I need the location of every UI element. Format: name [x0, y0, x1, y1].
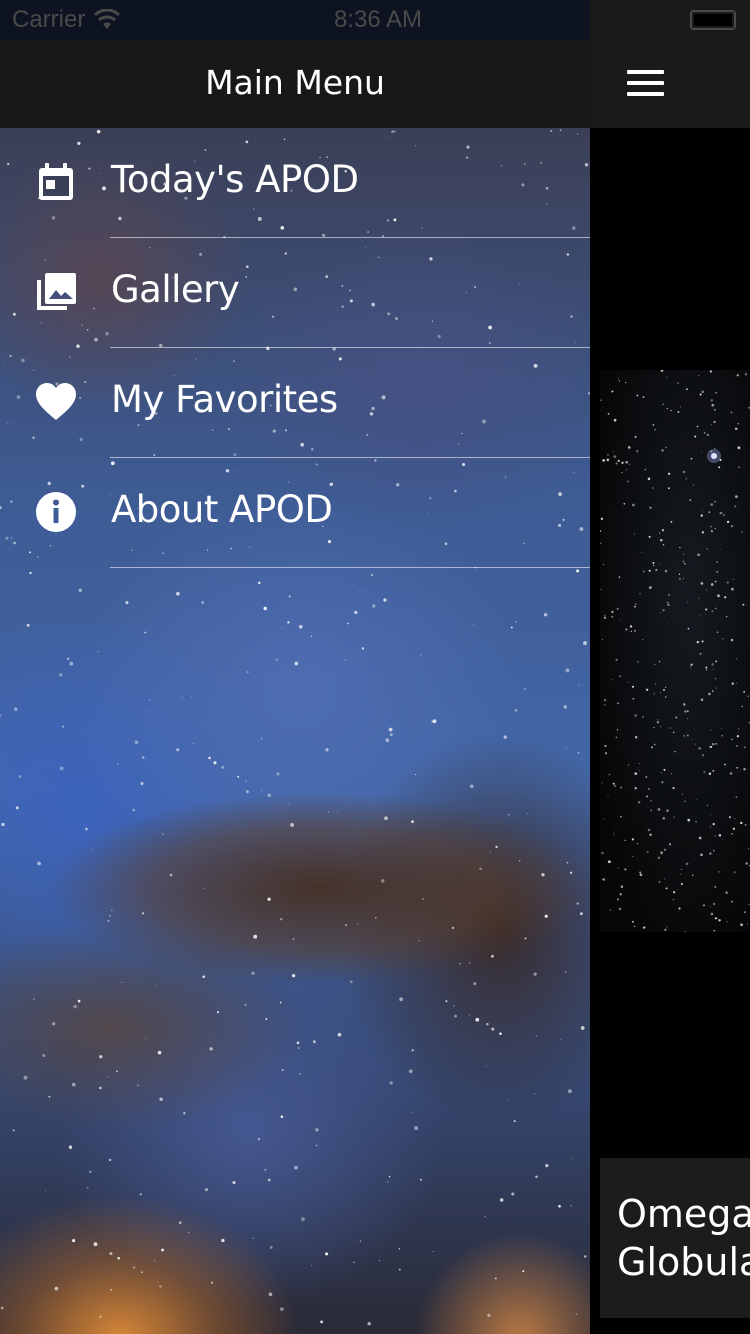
status-time: 8:36 AM	[333, 6, 423, 33]
drawer-menu: Today's APOD Gallery My Favorites About …	[0, 128, 590, 568]
drawer-title: Main Menu	[205, 62, 385, 102]
apod-image[interactable]	[600, 370, 750, 932]
menu-item-todays-apod[interactable]: Today's APOD	[0, 128, 590, 238]
drawer-shadow	[590, 128, 602, 1334]
battery-icon	[690, 10, 736, 30]
main-content-peek: Omega Globula	[590, 0, 750, 1334]
menu-item-about-apod[interactable]: About APOD	[0, 458, 590, 568]
menu-item-my-favorites[interactable]: My Favorites	[0, 348, 590, 458]
apod-title: Omega Globula	[617, 1192, 750, 1284]
status-bar: Carrier 8:36 AM	[0, 0, 750, 40]
info-icon	[34, 490, 78, 534]
divider	[110, 567, 590, 568]
menu-item-label: About APOD	[111, 488, 333, 531]
menu-item-label: Gallery	[111, 268, 240, 311]
apod-caption-card[interactable]: Omega Globula	[600, 1158, 750, 1318]
menu-item-label: Today's APOD	[111, 158, 359, 201]
photo-library-icon	[34, 270, 78, 314]
hamburger-menu-icon[interactable]	[627, 70, 664, 96]
drawer-header: Main Menu	[0, 40, 590, 128]
calendar-icon	[34, 160, 78, 204]
menu-item-label: My Favorites	[111, 378, 338, 421]
side-drawer: Main Menu Today's APOD Gallery My Favori…	[0, 0, 590, 1334]
heart-icon	[34, 380, 78, 424]
navigation-bar	[590, 40, 750, 128]
menu-item-gallery[interactable]: Gallery	[0, 238, 590, 348]
